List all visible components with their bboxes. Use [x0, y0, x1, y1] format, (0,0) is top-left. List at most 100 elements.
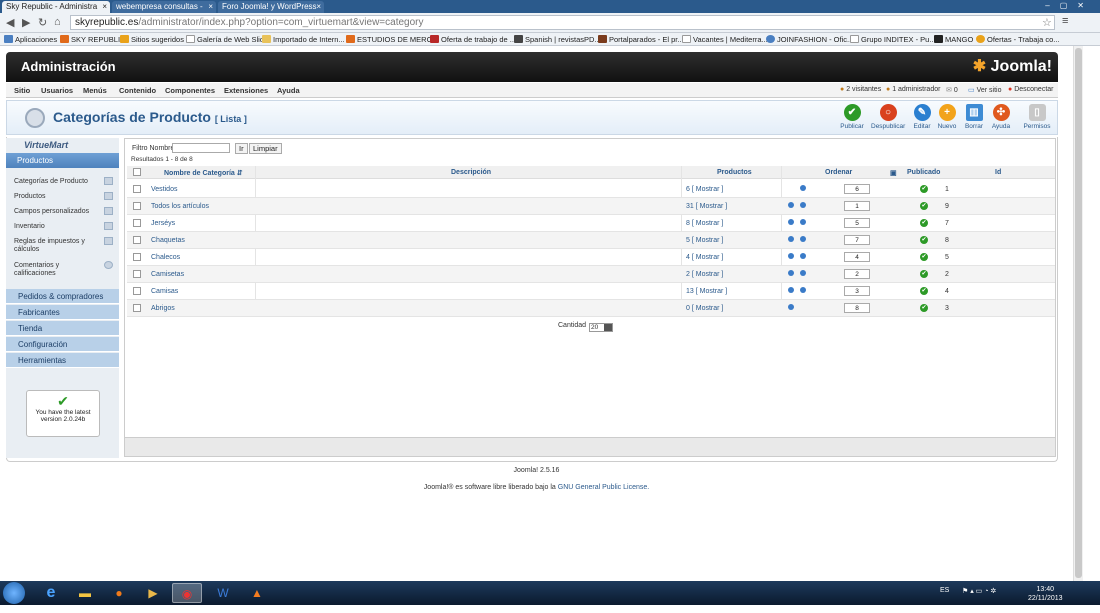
- limit-select[interactable]: 20: [589, 323, 614, 332]
- bookmark-item[interactable]: Vacantes | Mediterra...: [682, 34, 768, 45]
- move-up-icon[interactable]: [788, 253, 794, 259]
- back-icon[interactable]: ◀: [6, 16, 14, 29]
- move-up-icon[interactable]: [788, 202, 794, 208]
- reload-icon[interactable]: ↻: [38, 16, 47, 29]
- show-products-link[interactable]: [ Mostrar ]: [696, 288, 728, 295]
- category-name-link[interactable]: Abrigos: [151, 305, 175, 312]
- order-input[interactable]: 5: [844, 218, 870, 228]
- bookmark-item[interactable]: Galería de Web Slice: [186, 34, 268, 45]
- close-tab-icon[interactable]: ×: [316, 1, 321, 13]
- firefox-icon[interactable]: ●: [104, 583, 134, 603]
- move-down-icon[interactable]: [800, 270, 806, 276]
- close-tab-icon[interactable]: ×: [208, 1, 213, 13]
- save-order-icon[interactable]: ▣: [890, 169, 897, 177]
- sidebar-section-herramientas[interactable]: Herramientas: [6, 353, 119, 368]
- system-clock[interactable]: 13:40 22/11/2013: [1028, 585, 1063, 603]
- row-checkbox[interactable]: [133, 185, 141, 193]
- move-down-icon[interactable]: [800, 253, 806, 259]
- row-checkbox[interactable]: [133, 304, 141, 312]
- header-published[interactable]: Publicado: [907, 169, 940, 176]
- bookmark-item[interactable]: Spanish | revistasPD...: [514, 34, 601, 45]
- move-down-icon[interactable]: [800, 287, 806, 293]
- delete-button[interactable]: ▥ Borrar: [959, 104, 989, 130]
- row-checkbox[interactable]: [133, 202, 141, 210]
- folder-icon[interactable]: ▬: [70, 583, 100, 603]
- browser-tab-foro[interactable]: Foro Joomla! y WordPress ×: [218, 1, 324, 13]
- move-up-icon[interactable]: [788, 219, 794, 225]
- bookmark-item[interactable]: Grupo INDITEX - Pu...: [850, 34, 936, 45]
- sidebar-section-pedidos[interactable]: Pedidos & compradores: [6, 289, 119, 304]
- bookmark-item[interactable]: Portalparados - El pr...: [598, 34, 684, 45]
- menu-contenido[interactable]: Contenido: [119, 86, 156, 95]
- order-input[interactable]: 6: [844, 184, 870, 194]
- published-icon[interactable]: ✔: [920, 202, 928, 210]
- menu-menus[interactable]: Menús: [83, 86, 107, 95]
- close-tab-icon[interactable]: ×: [102, 1, 107, 13]
- published-icon[interactable]: ✔: [920, 185, 928, 193]
- clear-button[interactable]: Limpiar: [249, 143, 282, 154]
- sidebar-section-fabricantes[interactable]: Fabricantes: [6, 305, 119, 320]
- show-products-link[interactable]: [ Mostrar ]: [692, 237, 724, 244]
- show-products-link[interactable]: [ Mostrar ]: [692, 305, 724, 312]
- header-id[interactable]: Id: [995, 169, 1001, 176]
- order-input[interactable]: 7: [844, 235, 870, 245]
- bookmark-item[interactable]: SKY REPUBLIC: [60, 34, 125, 45]
- show-products-link[interactable]: [ Mostrar ]: [692, 220, 724, 227]
- start-button[interactable]: [3, 582, 25, 604]
- move-up-icon[interactable]: [788, 304, 794, 310]
- browser-tab-webempresa[interactable]: webempresa consultas - ×: [112, 1, 216, 13]
- menu-usuarios[interactable]: Usuarios: [41, 86, 73, 95]
- show-products-link[interactable]: [ Mostrar ]: [696, 203, 728, 210]
- row-checkbox[interactable]: [133, 270, 141, 278]
- bookmark-item[interactable]: MANGO: [934, 34, 973, 45]
- bookmark-item[interactable]: Importado de Intern...: [262, 34, 345, 45]
- header-description[interactable]: Descripción: [451, 169, 491, 176]
- bookmark-item[interactable]: Oferta de trabajo de ...: [430, 34, 516, 45]
- media-icon[interactable]: ▶: [138, 583, 168, 603]
- bookmark-item[interactable]: ESTUDIOS DE MERC...: [346, 34, 438, 45]
- row-checkbox[interactable]: [133, 287, 141, 295]
- move-down-icon[interactable]: [800, 236, 806, 242]
- publish-button[interactable]: ✔ Publicar: [837, 104, 867, 130]
- bookmark-item[interactable]: Aplicaciones: [4, 34, 57, 45]
- move-down-icon[interactable]: [800, 219, 806, 225]
- published-icon[interactable]: ✔: [920, 270, 928, 278]
- move-down-icon[interactable]: [800, 185, 806, 191]
- scrollbar-thumb[interactable]: [1075, 48, 1082, 578]
- forward-icon[interactable]: ▶: [22, 16, 30, 29]
- row-checkbox[interactable]: [133, 253, 141, 261]
- sidebar-item-campos[interactable]: Campos personalizados: [14, 207, 113, 216]
- category-name-link[interactable]: Camisetas: [151, 271, 184, 278]
- order-input[interactable]: 8: [844, 303, 870, 313]
- move-down-icon[interactable]: [800, 202, 806, 208]
- move-up-icon[interactable]: [788, 287, 794, 293]
- category-name-link[interactable]: Chaquetas: [151, 237, 185, 244]
- menu-sitio[interactable]: Sitio: [14, 86, 30, 95]
- show-products-link[interactable]: [ Mostrar ]: [692, 271, 724, 278]
- order-input[interactable]: 3: [844, 286, 870, 296]
- chrome-icon[interactable]: ◉: [172, 583, 202, 603]
- sidebar-item-productos[interactable]: Productos: [14, 192, 113, 201]
- gpl-link[interactable]: GNU General Public License.: [558, 484, 649, 491]
- menu-componentes[interactable]: Componentes: [165, 86, 215, 95]
- header-name[interactable]: Nombre de Categoría ⇵: [164, 169, 243, 177]
- sidebar-item-inventario[interactable]: Inventario: [14, 222, 113, 231]
- view-site-link[interactable]: ▭ Ver sitio: [968, 86, 1001, 94]
- sidebar-item-comentarios[interactable]: Comentarios y calificaciones: [14, 261, 113, 278]
- order-input[interactable]: 2: [844, 269, 870, 279]
- category-name-link[interactable]: Todos los artículos: [151, 203, 209, 210]
- row-checkbox[interactable]: [133, 219, 141, 227]
- home-icon[interactable]: ⌂: [54, 16, 61, 28]
- window-controls[interactable]: –▢✕: [1045, 0, 1094, 12]
- page-scrollbar[interactable]: [1073, 46, 1083, 581]
- bookmark-star-icon[interactable]: ☆: [1042, 16, 1052, 29]
- word-icon[interactable]: W: [208, 583, 238, 603]
- select-all-checkbox[interactable]: [133, 168, 141, 176]
- move-up-icon[interactable]: [788, 236, 794, 242]
- address-bar[interactable]: skyrepublic.es/administrator/index.php?o…: [70, 15, 1055, 30]
- language-indicator[interactable]: ES: [940, 587, 949, 594]
- published-icon[interactable]: ✔: [920, 253, 928, 261]
- menu-ayuda[interactable]: Ayuda: [277, 86, 300, 95]
- permissions-button[interactable]: ▯ Permisos: [1021, 104, 1053, 130]
- bookmark-item[interactable]: JOINFASHION - Ofic...: [766, 34, 853, 45]
